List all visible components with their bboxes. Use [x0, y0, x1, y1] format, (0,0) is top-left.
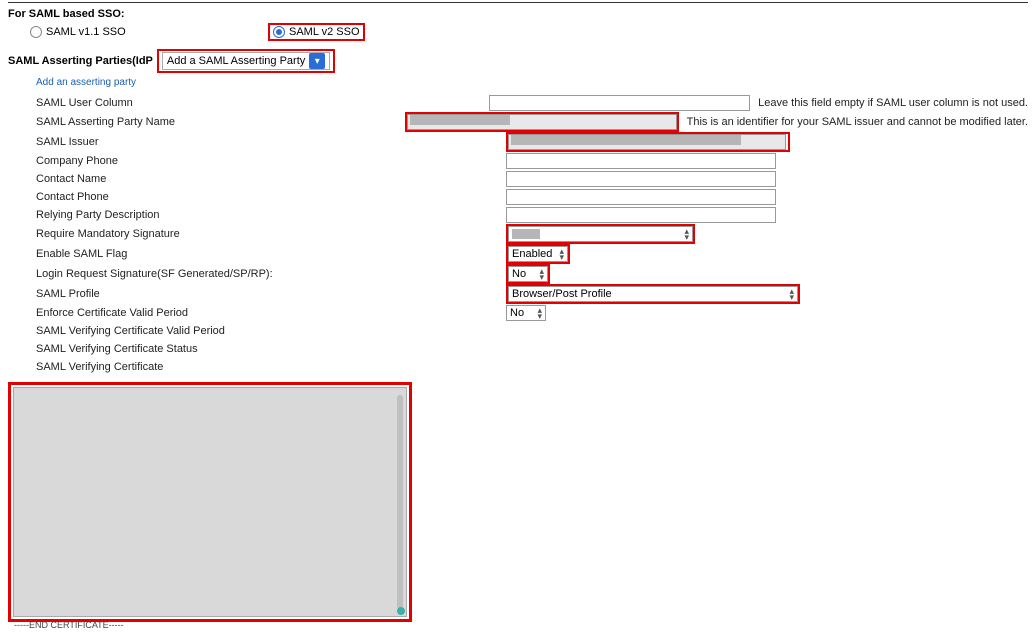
radio-checked-icon — [273, 26, 285, 38]
idp-select[interactable]: Add a SAML Asserting Party ▾ — [162, 52, 330, 70]
updown-icon: ▴▾ — [789, 288, 794, 300]
hint-user-column: Leave this field empty if SAML user colu… — [758, 97, 1028, 109]
input-contact-name[interactable] — [506, 171, 776, 187]
resize-grip-icon[interactable] — [397, 607, 405, 615]
add-asserting-party-link[interactable]: Add an asserting party — [36, 77, 136, 88]
updown-icon: ▴▾ — [537, 307, 542, 319]
sso-heading: For SAML based SSO: — [8, 5, 1028, 23]
label-login-sig: Login Request Signature(SF Generated/SP/… — [36, 268, 506, 280]
updown-icon: ▴▾ — [539, 268, 544, 280]
redacted-value — [512, 229, 540, 239]
hint-asserting-party-name: This is an identifier for your SAML issu… — [687, 116, 1028, 128]
redacted-value — [410, 115, 510, 125]
idp-select-value: Add a SAML Asserting Party — [167, 55, 305, 67]
label-saml-issuer: SAML Issuer — [36, 136, 506, 148]
input-asserting-party-name[interactable] — [407, 114, 677, 130]
radio-unchecked-icon — [30, 26, 42, 38]
label-asserting-party-name: SAML Asserting Party Name — [36, 116, 405, 128]
select-saml-profile[interactable]: Browser/Post Profile ▴▾ — [508, 286, 798, 302]
input-relying-desc[interactable] — [506, 207, 776, 223]
select-enable-flag-value: Enabled — [512, 248, 552, 260]
input-company-phone[interactable] — [506, 153, 776, 169]
label-require-sig: Require Mandatory Signature — [36, 228, 506, 240]
radio-saml-v1[interactable]: SAML v1.1 SSO — [30, 26, 260, 38]
label-enable-flag: Enable SAML Flag — [36, 248, 506, 260]
label-ver-cert-valid: SAML Verifying Certificate Valid Period — [36, 325, 506, 337]
label-company-phone: Company Phone — [36, 155, 506, 167]
select-require-sig[interactable]: ▴▾ — [508, 226, 693, 242]
input-contact-phone[interactable] — [506, 189, 776, 205]
updown-icon: ▴▾ — [684, 228, 689, 240]
radio-label-v2: SAML v2 SSO — [289, 26, 360, 38]
scrollbar[interactable] — [397, 395, 403, 609]
label-relying-desc: Relying Party Description — [36, 209, 506, 221]
select-saml-profile-value: Browser/Post Profile — [512, 288, 612, 300]
dropdown-arrow-icon: ▾ — [309, 53, 325, 69]
input-saml-issuer[interactable] — [508, 134, 786, 150]
redacted-value — [511, 135, 741, 145]
select-login-sig[interactable]: No ▴▾ — [508, 266, 548, 282]
radio-saml-v2[interactable]: SAML v2 SSO — [273, 26, 360, 38]
label-user-column: SAML User Column — [36, 97, 489, 109]
certificate-area — [8, 382, 412, 622]
input-user-column[interactable] — [489, 95, 750, 111]
certificate-textarea[interactable] — [13, 387, 407, 617]
radio-label-v1: SAML v1.1 SSO — [46, 26, 126, 38]
select-login-sig-value: No — [512, 268, 526, 280]
updown-icon: ▴▾ — [559, 248, 564, 260]
select-cert-valid-value: No — [510, 307, 524, 319]
select-enable-flag[interactable]: Enabled ▴▾ — [508, 246, 568, 262]
label-contact-name: Contact Name — [36, 173, 506, 185]
label-contact-phone: Contact Phone — [36, 191, 506, 203]
select-cert-valid[interactable]: No ▴▾ — [506, 305, 546, 321]
label-ver-cert: SAML Verifying Certificate — [36, 361, 506, 373]
idp-label: SAML Asserting Parties(IdP — [8, 55, 153, 67]
label-saml-profile: SAML Profile — [36, 288, 506, 300]
label-cert-valid: Enforce Certificate Valid Period — [36, 307, 506, 319]
label-ver-cert-status: SAML Verifying Certificate Status — [36, 343, 506, 355]
